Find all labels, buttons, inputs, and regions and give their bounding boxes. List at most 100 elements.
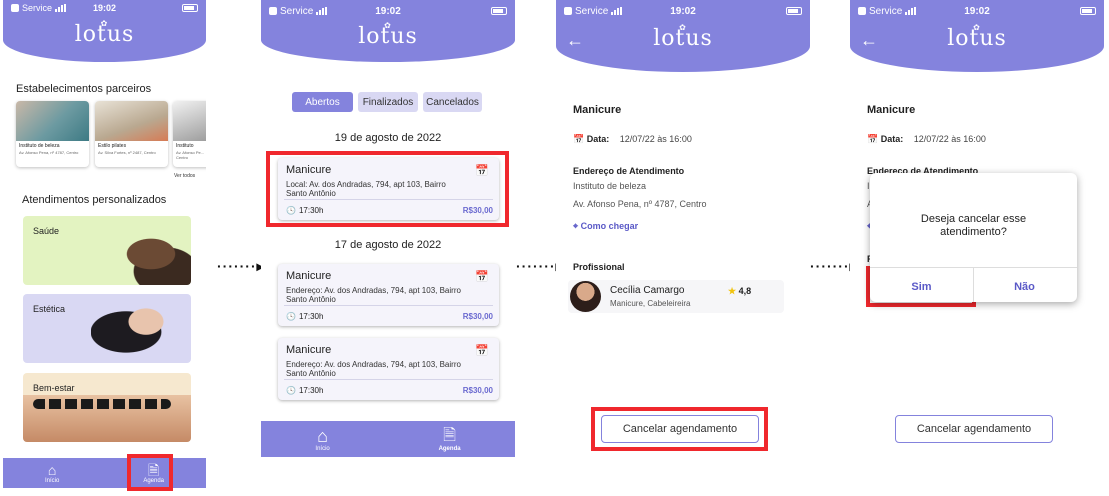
filter-cancelados[interactable]: Cancelados bbox=[423, 92, 482, 112]
partner-address: Av. Silva Fortes, nº 2487, Centro bbox=[98, 150, 156, 155]
date-label: Data: bbox=[880, 134, 904, 144]
partner-photo bbox=[95, 101, 168, 141]
screen-home: ✿ lotus Service 19:02 Estabelecimentos p… bbox=[3, 0, 206, 496]
partner-photo bbox=[16, 101, 89, 141]
category-saude[interactable]: Saúde bbox=[23, 216, 191, 285]
bottom-tab-bar: ⌂ Início 🗎 Agenda bbox=[3, 458, 206, 488]
logo-text: lotus bbox=[358, 24, 418, 49]
category-estetica[interactable]: Estética bbox=[23, 294, 191, 363]
home-icon: ⌂ bbox=[317, 425, 329, 446]
partner-name: Instituto bbox=[176, 143, 194, 149]
dialog-no-button[interactable]: Não bbox=[973, 281, 1076, 293]
tab-inicio[interactable]: ⌂ Início bbox=[315, 427, 329, 452]
professional-title: Profissional bbox=[573, 262, 625, 272]
partner-address: Av. Afonso Pena, nº 4787, Centro bbox=[19, 150, 79, 155]
card-divider bbox=[284, 379, 493, 380]
category-photo bbox=[23, 395, 191, 442]
hot-stones bbox=[33, 399, 171, 409]
place-name: Instituto de beleza bbox=[573, 181, 647, 191]
clock-icon: 🕓 bbox=[286, 386, 296, 395]
appointment-address: Endereço: Av. dos Andradas, 794, apt 103… bbox=[286, 286, 461, 304]
time-text: 17:30h bbox=[298, 312, 324, 321]
clock-icon: 🕓 bbox=[286, 312, 296, 321]
date-row: 📅 Data: 12/07/22 às 16:00 bbox=[573, 134, 692, 145]
date-value: 12/07/22 às 16:00 bbox=[913, 134, 986, 144]
battery-icon bbox=[491, 7, 507, 15]
avatar bbox=[570, 281, 601, 312]
appointment-address: Endereço: Av. dos Andradas, 794, apt 103… bbox=[286, 360, 461, 378]
highlight-agenda-tab bbox=[127, 454, 173, 491]
status-bar: Service 19:02 bbox=[556, 0, 810, 22]
signal-icon bbox=[905, 7, 917, 15]
appointment-price: R$30,00 bbox=[462, 386, 493, 395]
calendar-icon: 📅 bbox=[867, 134, 879, 144]
battery-icon bbox=[1080, 7, 1096, 15]
cancel-confirm-dialog: Deseja cancelar esse atendimento? Sim Nã… bbox=[870, 173, 1077, 302]
partner-photo bbox=[173, 101, 206, 141]
partner-card-1[interactable]: Instituto de beleza Av. Afonso Pena, nº … bbox=[16, 101, 89, 167]
category-label: Estética bbox=[33, 304, 66, 314]
lotus-logo: ✿ lotus bbox=[261, 22, 515, 50]
address-text: Av. Afonso Pena, nº 4787, Centro bbox=[573, 199, 707, 209]
dialog-yes-button[interactable]: Sim bbox=[870, 281, 973, 293]
dialog-question: Deseja cancelar esse atendimento? bbox=[870, 213, 1077, 239]
filter-abertos[interactable]: Abertos bbox=[292, 92, 353, 112]
time-text: 17:30h bbox=[298, 386, 324, 395]
logo-text: lotus bbox=[74, 22, 135, 47]
partners-title: Estabelecimentos parceiros bbox=[16, 83, 152, 95]
tab-label: Início bbox=[44, 477, 60, 484]
back-to-app-icon bbox=[858, 7, 866, 15]
appointment-service: Manicure bbox=[286, 344, 332, 356]
appointment-card[interactable]: Manicure 📅 Endereço: Av. dos Andradas, 7… bbox=[278, 264, 499, 326]
category-label: Bem-estar bbox=[33, 383, 75, 393]
card-divider bbox=[284, 305, 493, 306]
back-to-app-icon bbox=[11, 4, 19, 12]
partner-card-2[interactable]: Estilo pilates Av. Silva Fortes, nº 2487… bbox=[95, 101, 168, 167]
logo-text: lotus bbox=[947, 26, 1007, 51]
calendar-icon: 📅 bbox=[573, 134, 585, 144]
highlight-appointment bbox=[266, 151, 509, 227]
category-label: Saúde bbox=[33, 226, 60, 236]
signal-icon bbox=[316, 7, 328, 15]
back-arrow-icon[interactable]: ← bbox=[566, 30, 584, 51]
carrier: Service bbox=[869, 5, 903, 17]
filter-finalizados[interactable]: Finalizados bbox=[358, 92, 418, 112]
lotus-logo: ✿ lotus bbox=[850, 24, 1104, 52]
date-group-title: 19 de agosto de 2022 bbox=[334, 132, 442, 144]
date-label: Data: bbox=[586, 134, 610, 144]
appointment-card[interactable]: Manicure 📅 Endereço: Av. dos Andradas, 7… bbox=[278, 338, 499, 400]
rating-value: 4,8 bbox=[738, 286, 752, 296]
lotus-logo: ✿ lotus bbox=[556, 24, 810, 52]
partner-name: Instituto de beleza bbox=[19, 143, 60, 149]
back-to-app-icon bbox=[564, 7, 572, 15]
location-pin-icon: ⌖ bbox=[573, 221, 579, 231]
date-group-title: 17 de agosto de 2022 bbox=[334, 239, 442, 251]
professional-card[interactable]: Cecília Camargo Manicure, Cabeleireira ★… bbox=[568, 280, 784, 313]
status-bar: Service 19:02 bbox=[3, 0, 206, 16]
directions-link[interactable]: ⌖ Como chegar bbox=[573, 221, 638, 232]
appointment-time: 🕓 17:30h bbox=[286, 312, 323, 321]
lotus-logo: ✿ lotus bbox=[3, 20, 206, 48]
calendar-edit-icon[interactable]: 📅 bbox=[475, 344, 489, 357]
service-title: Manicure bbox=[867, 104, 916, 116]
partner-name: Estilo pilates bbox=[98, 143, 127, 149]
star-icon: ★ bbox=[728, 286, 737, 296]
rating: ★ 4,8 bbox=[728, 286, 751, 297]
flow-arrow-1: ·······▸ bbox=[217, 258, 265, 274]
cancel-appointment-button[interactable]: Cancelar agendamento bbox=[895, 415, 1053, 443]
partner-address: Av. Afonso Pe... Centro bbox=[176, 150, 205, 160]
back-arrow-icon[interactable]: ← bbox=[860, 30, 878, 51]
home-icon: ⌂ bbox=[47, 461, 57, 478]
tab-inicio[interactable]: ⌂ Início bbox=[45, 463, 59, 484]
signal-icon bbox=[55, 4, 67, 12]
category-photo bbox=[91, 216, 191, 285]
appointment-service: Manicure bbox=[286, 270, 332, 282]
back-to-app-icon bbox=[269, 7, 277, 15]
category-bem-estar[interactable]: Bem-estar bbox=[23, 373, 191, 442]
calendar-edit-icon[interactable]: 📅 bbox=[475, 270, 489, 283]
status-bar: Service 19:02 bbox=[850, 0, 1104, 22]
professional-role: Manicure, Cabeleireira bbox=[610, 299, 691, 308]
see-all-link[interactable]: Ver todos bbox=[174, 173, 195, 179]
partner-card-3[interactable]: Instituto Av. Afonso Pe... Centro bbox=[173, 101, 206, 167]
tab-agenda[interactable]: 🗎 Agenda bbox=[439, 427, 461, 452]
